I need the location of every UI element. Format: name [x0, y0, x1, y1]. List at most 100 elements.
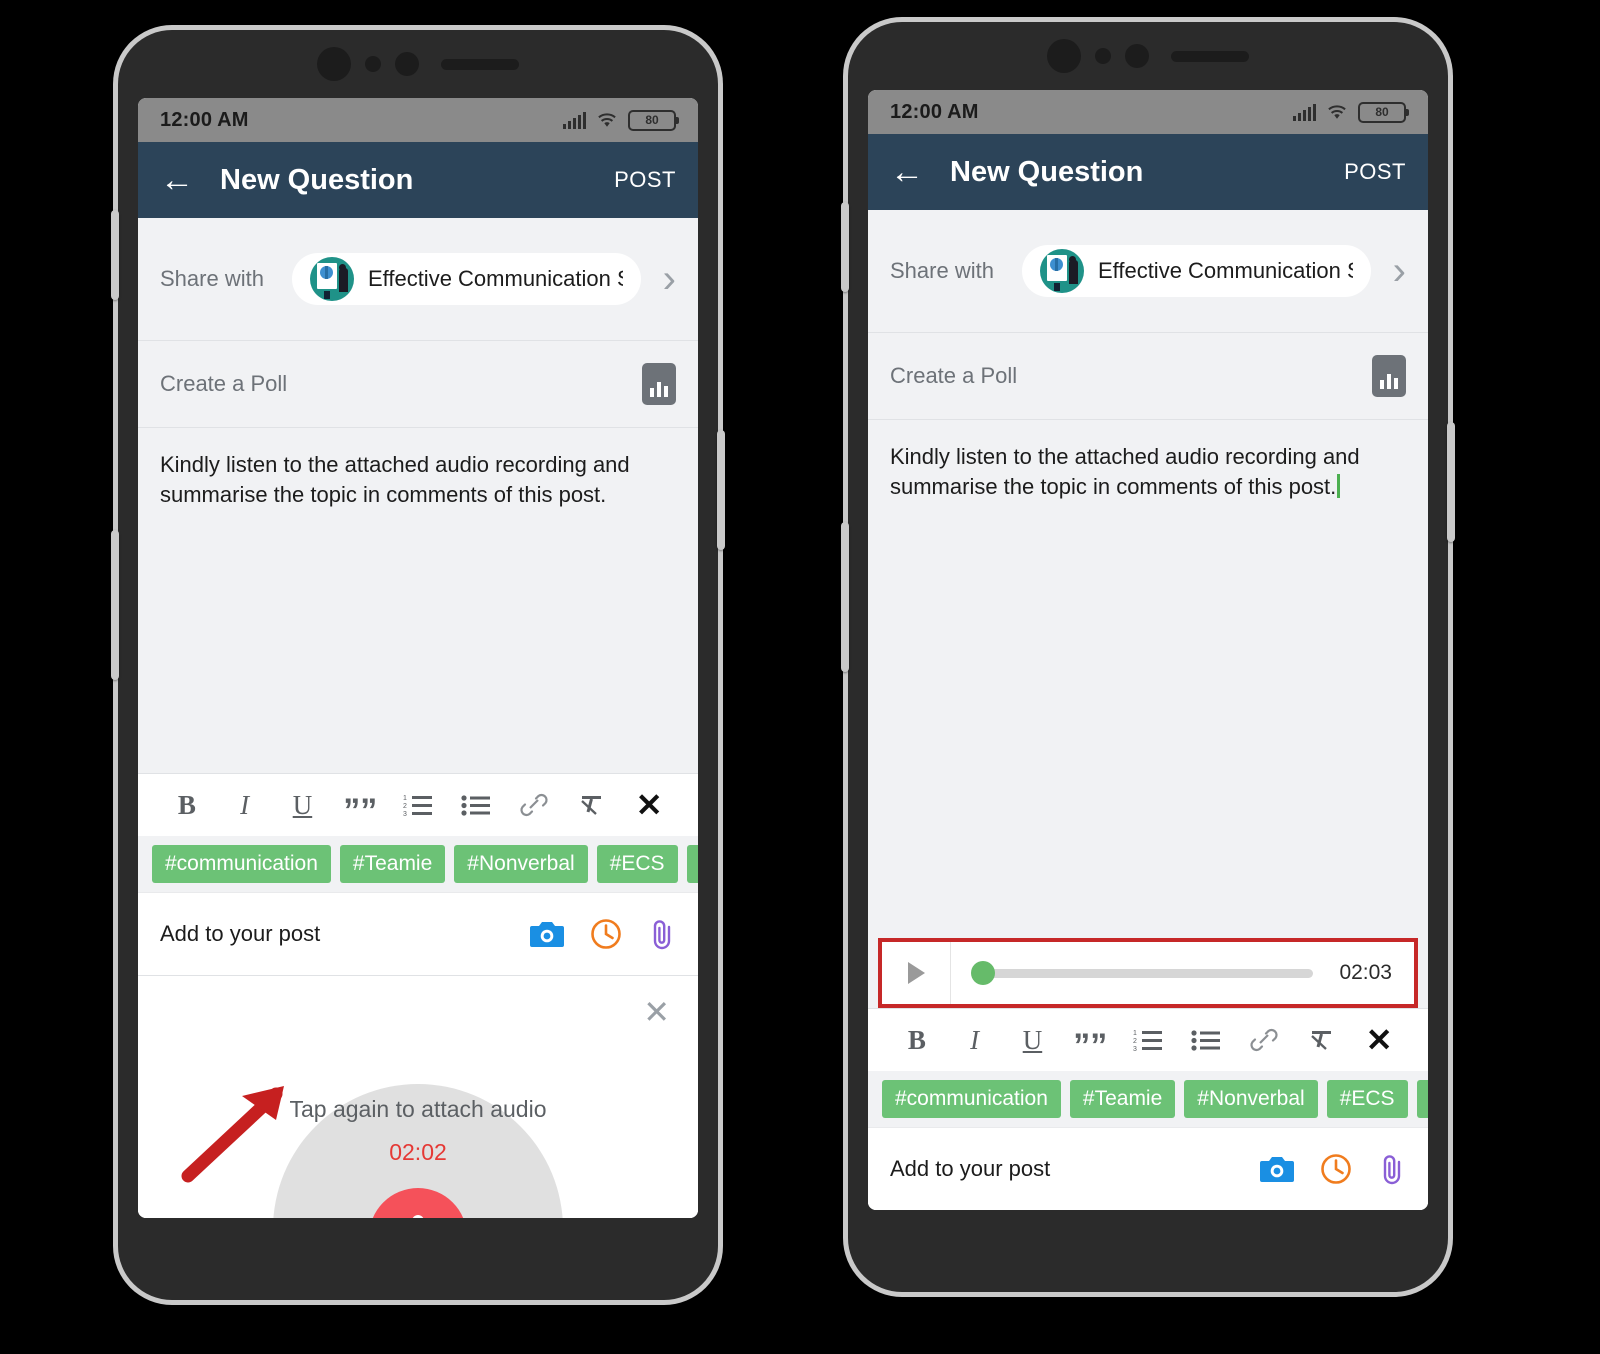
- battery-icon: 80: [1358, 101, 1409, 123]
- share-target-name: Effective Communication S...: [367, 266, 623, 291]
- chevron-right-icon[interactable]: ›: [655, 259, 676, 299]
- add-to-post-icons: [1260, 1153, 1406, 1185]
- screen-left: 12:00 AM 80 ← New Question POST Share wi…: [138, 98, 698, 1218]
- tag-chip[interactable]: #ECS: [596, 845, 678, 884]
- status-time: 12:00 AM: [890, 100, 979, 123]
- share-with-row[interactable]: Share with Effective Communication S... …: [138, 218, 698, 341]
- composer-area[interactable]: Kindly listen to the attached audio reco…: [138, 428, 698, 773]
- share-target-chip[interactable]: Effective Communication S...: [1021, 245, 1371, 297]
- composer-text: Kindly listen to the attached audio reco…: [890, 444, 1360, 499]
- tag-chip[interactable]: #ECS: [1326, 1080, 1408, 1118]
- paperclip-icon[interactable]: [648, 918, 676, 950]
- text-cursor: [1337, 473, 1341, 498]
- create-poll-row[interactable]: Create a Poll: [868, 333, 1428, 420]
- volume-down-button[interactable]: [841, 522, 849, 672]
- battery-level: 80: [1375, 105, 1389, 119]
- sensor-small-icon: [1095, 48, 1111, 64]
- quote-icon[interactable]: ””: [331, 794, 389, 828]
- classroom-avatar-icon: [1039, 249, 1084, 293]
- add-to-post-label: Add to your post: [890, 1156, 1051, 1181]
- quote-icon[interactable]: ””: [1061, 1029, 1119, 1063]
- audio-progress-bar[interactable]: [971, 961, 1314, 985]
- tag-chip[interactable]: #OLP: [1416, 1080, 1428, 1118]
- create-poll-label: Create a Poll: [160, 371, 288, 396]
- clear-formatting-icon[interactable]: [1292, 1027, 1350, 1053]
- page-title: New Question: [950, 155, 1144, 188]
- phone-device-left: 12:00 AM 80 ← New Question POST Share wi…: [111, 30, 725, 1300]
- volume-up-button[interactable]: [841, 202, 849, 292]
- create-poll-label: Create a Poll: [890, 363, 1018, 388]
- audio-duration: 02:03: [1339, 961, 1392, 984]
- share-target-chip[interactable]: Effective Communication S...: [291, 253, 641, 305]
- back-arrow-icon[interactable]: ←: [160, 163, 194, 197]
- status-bar: 12:00 AM 80: [868, 90, 1428, 134]
- bold-button[interactable]: B: [158, 790, 216, 821]
- power-button[interactable]: [1447, 422, 1455, 542]
- svg-text:3: 3: [1133, 1046, 1137, 1052]
- tag-chip[interactable]: #communication: [882, 1080, 1061, 1118]
- share-with-row[interactable]: Share with Effective Communication S... …: [868, 210, 1428, 333]
- phone-sensor-bar-left: [118, 30, 718, 98]
- link-icon[interactable]: [1235, 1027, 1293, 1053]
- microphone-icon: [412, 1215, 424, 1218]
- audio-recorder-panel: ✕ Tap again to attach audio 02:02: [138, 975, 698, 1218]
- composer-area[interactable]: Kindly listen to the attached audio reco…: [868, 420, 1428, 731]
- numbered-list-icon[interactable]: 1 2 3: [389, 793, 447, 817]
- volume-up-button[interactable]: [111, 210, 119, 300]
- phone-device-right: 12:00 AM 80 ← New Question POST Share wi…: [841, 22, 1455, 1292]
- app-bar: ← New Question POST: [138, 142, 698, 218]
- bar-chart-icon[interactable]: [642, 363, 676, 405]
- tag-chip[interactable]: #Nonverbal: [1184, 1080, 1318, 1118]
- chevron-right-icon[interactable]: ›: [1385, 251, 1406, 291]
- tag-chip[interactable]: #OLP: [686, 845, 698, 884]
- pointer-arrow-icon: [181, 1086, 284, 1183]
- clear-formatting-icon[interactable]: [562, 792, 620, 818]
- svg-text:2: 2: [1133, 1038, 1137, 1045]
- volume-down-button[interactable]: [111, 530, 119, 680]
- bullet-list-icon[interactable]: [447, 793, 505, 817]
- bullet-list-icon[interactable]: [1177, 1028, 1235, 1052]
- rich-text-toolbar: B I U ”” 1 2 3 ✕: [868, 1008, 1428, 1071]
- audio-progress-knob[interactable]: [971, 961, 995, 985]
- screen-right: 12:00 AM 80 ← New Question POST Share wi…: [868, 90, 1428, 1210]
- close-icon[interactable]: ✕: [620, 786, 678, 824]
- italic-button[interactable]: I: [946, 1025, 1004, 1056]
- link-icon[interactable]: [505, 792, 563, 818]
- underline-button[interactable]: U: [1004, 1025, 1062, 1056]
- tag-chip[interactable]: #Nonverbal: [454, 845, 588, 884]
- paperclip-icon[interactable]: [1378, 1153, 1406, 1185]
- clock-icon[interactable]: [590, 918, 622, 950]
- tag-chip[interactable]: #Teamie: [339, 845, 446, 884]
- front-camera-icon: [1047, 39, 1081, 73]
- share-with-label: Share with: [890, 258, 994, 283]
- bold-button[interactable]: B: [888, 1025, 946, 1056]
- underline-button[interactable]: U: [274, 790, 332, 821]
- tag-chip[interactable]: #communication: [152, 845, 331, 884]
- battery-icon: 80: [628, 109, 679, 131]
- audio-player-highlight: 02:03: [878, 938, 1418, 1008]
- post-button[interactable]: POST: [614, 167, 676, 193]
- composer-filler: [868, 730, 1428, 938]
- camera-icon[interactable]: [1260, 1154, 1294, 1184]
- clock-icon[interactable]: [1320, 1153, 1352, 1185]
- share-with-label: Share with: [160, 266, 264, 291]
- svg-text:1: 1: [1133, 1030, 1137, 1037]
- bar-chart-icon[interactable]: [1372, 355, 1406, 397]
- power-button[interactable]: [717, 430, 725, 550]
- close-icon[interactable]: ✕: [1350, 1021, 1408, 1059]
- composer-text: Kindly listen to the attached audio reco…: [160, 452, 630, 507]
- numbered-list-icon[interactable]: 1 2 3: [1119, 1028, 1177, 1052]
- page-title: New Question: [220, 163, 414, 196]
- audio-track[interactable]: 02:03: [951, 961, 1414, 985]
- phone-sensor-bar-right: [848, 22, 1448, 90]
- create-poll-row[interactable]: Create a Poll: [138, 341, 698, 428]
- close-icon[interactable]: ✕: [643, 996, 670, 1028]
- italic-button[interactable]: I: [216, 790, 274, 821]
- back-arrow-icon[interactable]: ←: [890, 155, 924, 189]
- play-button[interactable]: [882, 942, 951, 1004]
- svg-text:2: 2: [403, 803, 407, 810]
- post-button[interactable]: POST: [1344, 159, 1406, 185]
- earpiece-speaker: [1171, 50, 1249, 62]
- camera-icon[interactable]: [530, 919, 564, 949]
- tag-chip[interactable]: #Teamie: [1069, 1080, 1176, 1118]
